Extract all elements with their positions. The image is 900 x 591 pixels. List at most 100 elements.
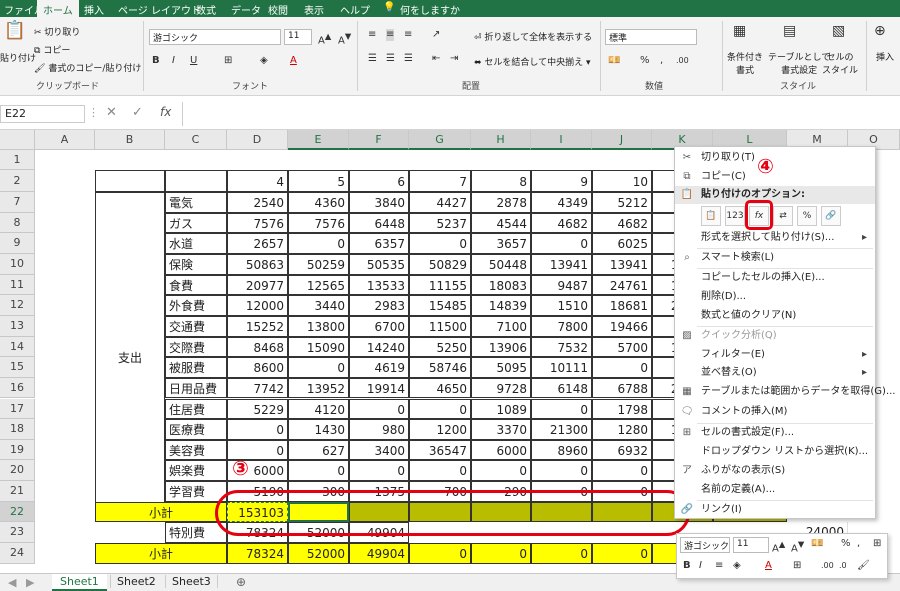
- column-header-e[interactable]: E: [288, 130, 349, 150]
- value-cell[interactable]: 13906: [471, 336, 531, 358]
- comma-icon[interactable]: ,: [857, 538, 860, 550]
- header-month[interactable]: 8: [471, 170, 531, 192]
- value-cell[interactable]: 18681: [592, 295, 652, 316]
- value-cell[interactable]: 5237: [409, 212, 471, 234]
- value-cell[interactable]: 0: [409, 398, 471, 420]
- scroll-left-icon[interactable]: ◀: [8, 576, 16, 589]
- value-cell[interactable]: 0: [531, 460, 592, 482]
- menu-get-data[interactable]: ▦ テーブルまたは範囲からデータを取得(G)...: [675, 383, 895, 401]
- wrap-text-button[interactable]: ⏎ 折り返して全体を表示する: [474, 30, 592, 43]
- column-header-d[interactable]: D: [227, 130, 288, 150]
- total-value[interactable]: 52000: [288, 543, 349, 564]
- cell-style-button[interactable]: セルの スタイル: [822, 50, 858, 76]
- copy-button[interactable]: ⧉ コピー: [34, 43, 70, 56]
- insert-cells-button[interactable]: 挿入: [876, 50, 894, 63]
- tab-help[interactable]: ヘルプ: [340, 2, 370, 17]
- value-cell[interactable]: 1510: [531, 295, 592, 316]
- total-value[interactable]: 0: [531, 543, 592, 564]
- row-header-1[interactable]: 1: [0, 150, 35, 170]
- sheet-tab-1[interactable]: Sheet1: [52, 574, 107, 591]
- value-cell[interactable]: 9487: [531, 274, 592, 296]
- header-blank-c[interactable]: [165, 170, 227, 192]
- row-header-11[interactable]: 11: [0, 274, 35, 296]
- row-header-10[interactable]: 10: [0, 253, 35, 275]
- category-label[interactable]: 食費: [165, 274, 227, 296]
- menu-quick-analysis[interactable]: ▨ クイック分析(Q): [675, 327, 875, 345]
- bold-icon[interactable]: B: [152, 55, 160, 67]
- menu-clear[interactable]: 数式と値のクリア(N): [675, 307, 875, 325]
- menu-paste-special[interactable]: 形式を選択して貼り付け(S)... ▸: [675, 229, 875, 247]
- column-header-j[interactable]: J: [592, 130, 652, 150]
- value-cell[interactable]: 5700: [592, 336, 652, 358]
- value-cell[interactable]: 8600: [227, 357, 288, 378]
- tab-page-layout[interactable]: ページ レイアウト: [118, 2, 201, 17]
- border-icon[interactable]: ⊞: [793, 560, 801, 572]
- value-cell[interactable]: 1089: [471, 398, 531, 420]
- mini-font-combo[interactable]: 游ゴシック: [680, 537, 730, 553]
- percent-icon[interactable]: %: [640, 55, 650, 67]
- value-cell[interactable]: 980: [349, 419, 409, 440]
- value-cell[interactable]: 50829: [409, 253, 471, 275]
- value-cell[interactable]: 4682: [592, 212, 652, 234]
- category-label[interactable]: 電気: [165, 192, 227, 213]
- category-label[interactable]: 被服費: [165, 357, 227, 378]
- scroll-right-icon[interactable]: ▶: [26, 576, 34, 589]
- header-month[interactable]: 4: [227, 170, 288, 192]
- menu-dropdown-list[interactable]: ドロップダウン リストから選択(K)...: [675, 443, 875, 461]
- value-cell[interactable]: 6025: [592, 233, 652, 254]
- value-cell[interactable]: 50448: [471, 253, 531, 275]
- row-header-8[interactable]: 8: [0, 212, 35, 234]
- column-header-i[interactable]: I: [531, 130, 592, 150]
- percent-icon[interactable]: %: [841, 538, 851, 550]
- grow-font-icon[interactable]: A▲: [318, 30, 331, 47]
- value-cell[interactable]: 1798: [592, 398, 652, 420]
- format-table-button[interactable]: テーブルとして 書式設定: [768, 50, 830, 76]
- value-cell[interactable]: 3657: [471, 233, 531, 254]
- value-cell[interactable]: 4120: [288, 398, 349, 420]
- value-cell[interactable]: 5095: [471, 357, 531, 378]
- border-icon[interactable]: ⊞: [224, 55, 232, 67]
- total-value[interactable]: 78324: [227, 543, 288, 564]
- value-cell[interactable]: 627: [288, 439, 349, 461]
- value-cell[interactable]: 3840: [349, 192, 409, 213]
- value-cell[interactable]: 4349: [531, 192, 592, 213]
- value-cell[interactable]: 0: [288, 460, 349, 482]
- menu-delete[interactable]: 削除(D)...: [675, 288, 875, 306]
- total-value[interactable]: 0: [471, 543, 531, 564]
- value-cell[interactable]: 7576: [227, 212, 288, 234]
- value-cell[interactable]: 15252: [227, 315, 288, 337]
- value-cell[interactable]: 3370: [471, 419, 531, 440]
- value-cell[interactable]: 4682: [531, 212, 592, 234]
- category-label[interactable]: 外食費: [165, 295, 227, 316]
- row-header-14[interactable]: 14: [0, 336, 35, 358]
- row-header-21[interactable]: 21: [0, 481, 35, 502]
- paste-button[interactable]: 貼り付け: [0, 51, 36, 64]
- cut-button[interactable]: ✂ 切り取り: [34, 25, 80, 38]
- value-cell[interactable]: 11500: [409, 315, 471, 337]
- mini-size-combo[interactable]: 11: [733, 537, 769, 553]
- menu-cut[interactable]: ✂ 切り取り(T): [675, 149, 875, 167]
- cancel-icon[interactable]: ✕: [106, 105, 117, 120]
- format-table-icon[interactable]: ▤: [783, 24, 796, 38]
- menu-copy[interactable]: ⧉ コピー(C): [675, 168, 875, 186]
- menu-insert-copied[interactable]: コピーしたセルの挿入(E)...: [675, 269, 875, 287]
- tab-insert[interactable]: 挿入: [84, 2, 104, 17]
- value-cell[interactable]: 0: [288, 233, 349, 254]
- number-format-combo[interactable]: 標準: [605, 29, 697, 45]
- indent-decrease-icon[interactable]: ⇤: [432, 53, 440, 65]
- category-label[interactable]: 学習費: [165, 481, 227, 502]
- value-cell[interactable]: 6700: [349, 315, 409, 337]
- shrink-font-icon[interactable]: A▼: [338, 30, 351, 47]
- format-painter-button[interactable]: 🖌 書式のコピー/貼り付け: [34, 61, 141, 74]
- value-cell[interactable]: 0: [288, 357, 349, 378]
- value-cell[interactable]: 0: [409, 233, 471, 254]
- sheet-tab-3[interactable]: Sheet3: [165, 575, 218, 588]
- value-cell[interactable]: 5212: [592, 192, 652, 213]
- menu-filter[interactable]: フィルター(E) ▸: [675, 346, 875, 364]
- value-cell[interactable]: 13941: [531, 253, 592, 275]
- category-label[interactable]: 日用品費: [165, 377, 227, 399]
- comma-icon[interactable]: ,: [660, 55, 663, 67]
- value-cell[interactable]: 13800: [288, 315, 349, 337]
- value-cell[interactable]: 7742: [227, 377, 288, 399]
- function-icon[interactable]: fx: [160, 105, 171, 119]
